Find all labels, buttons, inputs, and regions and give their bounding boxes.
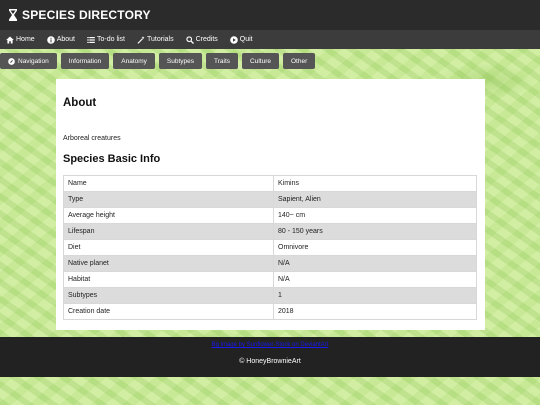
- row-key: Lifespan: [63, 223, 274, 240]
- tab-traits[interactable]: Traits: [206, 53, 239, 69]
- row-key: Habitat: [63, 271, 274, 288]
- tab-navigation[interactable]: Navigation: [0, 53, 57, 69]
- tab-label: Culture: [250, 57, 271, 65]
- site-title: SPECIES DIRECTORY: [22, 8, 151, 22]
- row-value: Sapient, Alien: [273, 191, 477, 208]
- menu-item-quit[interactable]: Quit: [229, 35, 253, 44]
- row-value: 80 - 150 years: [273, 223, 477, 240]
- table-row: Native planet N/A: [63, 255, 477, 272]
- section-tabs: Navigation Information Anatomy Subtypes …: [0, 53, 319, 69]
- table-row: Average height 140~ cm: [63, 207, 477, 224]
- tab-culture[interactable]: Culture: [242, 53, 279, 69]
- basic-info-table: Name Kimins Type Sapient, Alien Average he…: [63, 175, 477, 320]
- tab-information[interactable]: Information: [60, 53, 110, 69]
- species-description: Arboreal creatures: [63, 135, 121, 142]
- search-icon: [185, 35, 194, 44]
- tab-label: Subtypes: [166, 57, 195, 65]
- row-key: Subtypes: [63, 287, 274, 304]
- basic-info-heading: Species Basic Info: [63, 153, 161, 165]
- row-value: N/A: [273, 271, 477, 288]
- site-header: SPECIES DIRECTORY: [0, 0, 540, 30]
- menu-item-label: About: [56, 36, 75, 43]
- menu-item-todo[interactable]: To-do list: [87, 36, 125, 44]
- play-icon: [229, 35, 238, 44]
- table-row: Subtypes 1: [63, 287, 477, 304]
- tab-subtypes[interactable]: Subtypes: [158, 53, 203, 69]
- row-key: Average height: [63, 207, 274, 224]
- menu-item-tutorials[interactable]: Tutorials: [137, 35, 174, 44]
- main-menu: Home About To-do list Tutorials Credits …: [0, 30, 540, 49]
- row-value: Omnivore: [273, 239, 477, 256]
- row-key: Name: [63, 175, 274, 192]
- tab-anatomy[interactable]: Anatomy: [113, 53, 155, 69]
- menu-item-home[interactable]: Home: [6, 36, 35, 44]
- copyright-text: © HoneyBrownieArt: [239, 358, 301, 365]
- compass-icon: [8, 57, 15, 65]
- row-value: 1: [273, 287, 477, 304]
- tab-label: Other: [291, 57, 308, 65]
- row-value: N/A: [273, 255, 477, 272]
- list-icon: [87, 36, 95, 43]
- row-key: Type: [63, 191, 274, 208]
- background-credit-link[interactable]: Bg image by Sunflower-Stock on DeviantAr…: [0, 342, 540, 348]
- table-row: Diet Omnivore: [63, 239, 477, 256]
- table-row: Lifespan 80 - 150 years: [63, 223, 477, 240]
- menu-item-label: Tutorials: [147, 36, 174, 43]
- menu-item-label: To-do list: [96, 36, 125, 43]
- table-row: Type Sapient, Alien: [63, 191, 477, 208]
- menu-item-credits[interactable]: Credits: [185, 35, 218, 44]
- menu-item-label: Home: [16, 36, 35, 43]
- tab-label: Navigation: [18, 57, 49, 65]
- table-row: Creation date 2018: [63, 303, 477, 320]
- site-footer: Bg image by Sunflower-Stock on DeviantAr…: [0, 337, 540, 377]
- home-icon: [6, 36, 14, 43]
- hourglass-icon: [9, 9, 17, 21]
- row-value: 2018: [273, 303, 477, 320]
- row-value: Kimins: [273, 175, 477, 192]
- menu-item-label: Credits: [195, 36, 218, 43]
- info-icon: [46, 35, 55, 44]
- row-key: Diet: [63, 239, 274, 256]
- menu-item-label: Quit: [239, 36, 253, 43]
- wand-icon: [137, 35, 145, 44]
- content-card: About Arboreal creatures Species Basic I…: [56, 79, 485, 330]
- tab-label: Traits: [214, 57, 231, 65]
- row-key: Creation date: [63, 303, 274, 320]
- about-heading: About: [63, 97, 97, 109]
- row-value: 140~ cm: [273, 207, 477, 224]
- tab-label: Information: [68, 57, 102, 65]
- table-row: Name Kimins: [63, 175, 477, 192]
- tab-label: Anatomy: [121, 57, 147, 65]
- menu-item-about[interactable]: About: [46, 35, 75, 44]
- row-key: Native planet: [63, 255, 274, 272]
- table-row: Habitat N/A: [63, 271, 477, 288]
- tab-other[interactable]: Other: [283, 53, 316, 69]
